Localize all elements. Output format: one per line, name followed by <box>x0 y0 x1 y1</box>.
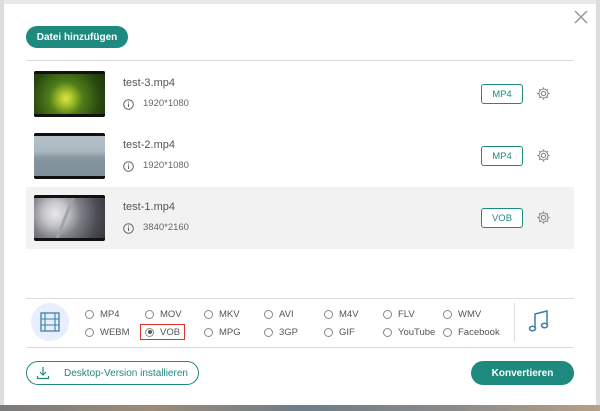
background-strip <box>0 405 600 411</box>
radio-button[interactable] <box>324 327 333 337</box>
misty-lake-icon <box>34 133 105 179</box>
format-panel: MP4 MOV MKV AVI M4V FLV WMV WEBM VOB MPG… <box>26 298 574 348</box>
info-icon <box>123 97 134 110</box>
format-option-flv[interactable]: FLV <box>383 307 415 321</box>
output-format-button[interactable]: VOB <box>481 208 523 228</box>
convert-button[interactable]: Konvertieren <box>471 361 574 385</box>
radio-button[interactable] <box>204 309 213 319</box>
radio-button[interactable] <box>85 327 94 337</box>
output-format-button[interactable]: MP4 <box>481 84 523 104</box>
snowy-road-icon <box>34 195 105 241</box>
file-resolution: 1920*1080 <box>143 98 189 109</box>
format-option-mp4[interactable]: MP4 <box>85 307 120 321</box>
file-row-selected[interactable]: test-1.mp4 3840*2160 VOB <box>26 187 574 249</box>
format-option-avi[interactable]: AVI <box>264 307 294 321</box>
install-desktop-label: Desktop-Version installieren <box>64 367 188 379</box>
format-option-3gp[interactable]: 3GP <box>264 325 298 339</box>
film-icon <box>40 312 60 332</box>
radio-button[interactable] <box>383 309 392 319</box>
radio-button[interactable] <box>264 309 273 319</box>
format-option-vob[interactable]: VOB <box>140 324 186 340</box>
radio-button[interactable] <box>443 327 452 337</box>
video-format-tab[interactable] <box>31 303 69 341</box>
file-name: test-3.mp4 <box>123 77 175 89</box>
info-icon <box>123 221 134 234</box>
window-edge-right <box>596 0 600 411</box>
window-edge-top <box>0 0 600 4</box>
music-note-icon[interactable] <box>526 307 552 337</box>
format-option-facebook[interactable]: Facebook <box>443 325 500 339</box>
format-option-wmv[interactable]: WMV <box>443 307 481 321</box>
radio-button[interactable] <box>85 309 94 319</box>
install-desktop-button[interactable]: Desktop-Version installieren <box>26 361 199 385</box>
info-icon <box>123 159 134 172</box>
gear-icon[interactable] <box>536 86 551 101</box>
format-option-mpg[interactable]: MPG <box>204 325 241 339</box>
download-icon <box>36 367 50 380</box>
file-resolution: 3840*2160 <box>143 222 189 233</box>
file-name: test-2.mp4 <box>123 139 175 151</box>
gear-icon[interactable] <box>536 210 551 225</box>
file-row[interactable]: test-2.mp4 1920*1080 MP4 <box>26 125 574 187</box>
format-option-webm[interactable]: WEBM <box>85 325 130 339</box>
radio-button-checked[interactable] <box>145 327 154 337</box>
format-option-gif[interactable]: GIF <box>324 325 355 339</box>
radio-button[interactable] <box>145 309 154 319</box>
file-row[interactable]: test-3.mp4 1920*1080 MP4 <box>26 63 574 125</box>
file-name: test-1.mp4 <box>123 201 175 213</box>
format-option-youtube[interactable]: YouTube <box>383 325 435 339</box>
radio-button[interactable] <box>443 309 452 319</box>
close-icon[interactable] <box>570 6 592 28</box>
file-resolution: 1920*1080 <box>143 160 189 171</box>
format-option-mkv[interactable]: MKV <box>204 307 240 321</box>
format-option-m4v[interactable]: M4V <box>324 307 359 321</box>
radio-button[interactable] <box>204 327 213 337</box>
format-option-mov[interactable]: MOV <box>145 307 182 321</box>
radio-button[interactable] <box>264 327 273 337</box>
gear-icon[interactable] <box>536 148 551 163</box>
window-edge-left <box>0 0 4 411</box>
file-list: test-3.mp4 1920*1080 MP4 test-2.mp4 1920… <box>26 60 574 251</box>
radio-button[interactable] <box>324 309 333 319</box>
add-file-button[interactable]: Datei hinzufügen <box>26 26 128 48</box>
green-foliage-icon <box>34 71 105 117</box>
output-format-button[interactable]: MP4 <box>481 146 523 166</box>
radio-button[interactable] <box>383 327 392 337</box>
divider <box>514 303 515 341</box>
